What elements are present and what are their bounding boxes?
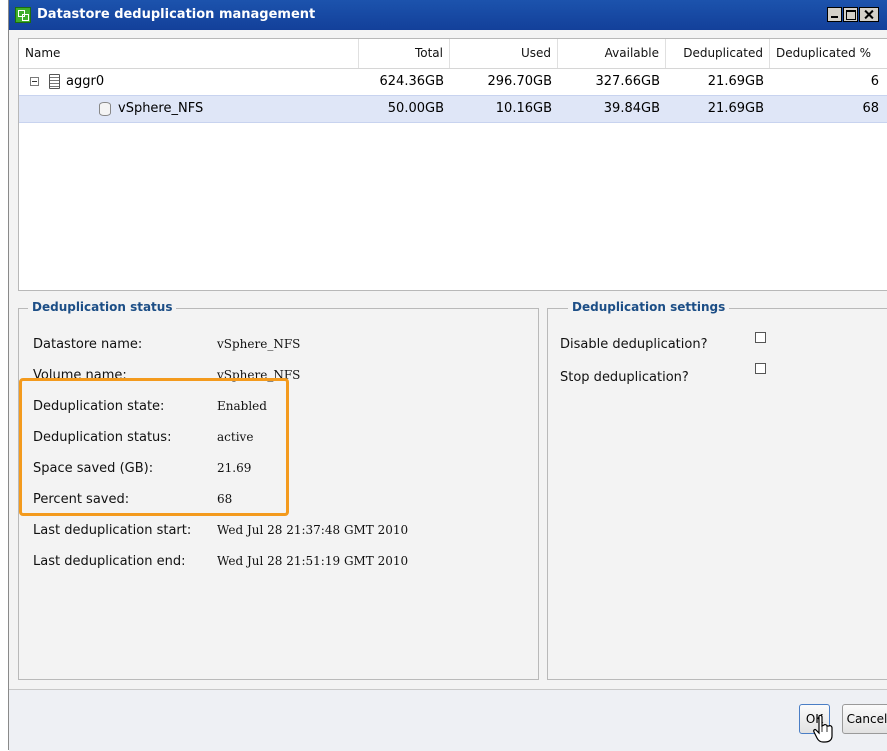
- column-header-total[interactable]: Total: [359, 39, 450, 68]
- dialog-footer: [9, 689, 887, 751]
- stop-dedup-label: Stop deduplication?: [560, 370, 689, 385]
- minimize-button[interactable]: [827, 7, 842, 22]
- aggregate-icon: [49, 74, 60, 89]
- table-row-vsphere-nfs[interactable]: vSphere_NFS 50.00GB 10.16GB 39.84GB 21.6…: [19, 95, 887, 123]
- maximize-button[interactable]: [843, 7, 858, 22]
- stop-dedup-checkbox[interactable]: [755, 363, 766, 374]
- dedup-window: Datastore deduplication management Name …: [8, 0, 887, 751]
- column-header-deduplicated-percent[interactable]: Deduplicated %: [770, 39, 887, 68]
- row-total: 50.00GB: [387, 101, 444, 116]
- hand-cursor-icon: [813, 714, 833, 743]
- last-dedup-start-label: Last deduplication start:: [33, 523, 192, 538]
- last-dedup-end-value: Wed Jul 28 21:51:19 GMT 2010: [217, 554, 409, 568]
- datastore-name-value: vSphere_NFS: [217, 337, 301, 351]
- column-header-available[interactable]: Available: [558, 39, 666, 68]
- collapse-icon[interactable]: [30, 77, 39, 86]
- cancel-button[interactable]: Cancel: [842, 704, 887, 734]
- column-header-name[interactable]: Name: [19, 39, 359, 68]
- row-available: 39.84GB: [603, 101, 660, 116]
- row-used: 296.70GB: [487, 74, 552, 89]
- window-title: Datastore deduplication management: [37, 7, 316, 22]
- vsphere-app-icon: [15, 7, 31, 23]
- datastore-grid: Name Total Used Available Deduplicated D…: [18, 38, 887, 291]
- row-deduplicated-percent: 6: [870, 74, 879, 89]
- highlight-annotation-box: [19, 378, 289, 516]
- row-available: 327.66GB: [595, 74, 660, 89]
- row-name: vSphere_NFS: [118, 101, 204, 116]
- grid-header: Name Total Used Available Deduplicated D…: [19, 39, 887, 69]
- row-total: 624.36GB: [379, 74, 444, 89]
- close-button[interactable]: [859, 7, 879, 22]
- disable-dedup-label: Disable deduplication?: [560, 337, 708, 352]
- status-legend: Deduplication status: [28, 300, 177, 314]
- settings-legend: Deduplication settings: [568, 300, 730, 314]
- row-deduplicated-percent: 68: [862, 101, 879, 116]
- column-header-deduplicated[interactable]: Deduplicated: [666, 39, 770, 68]
- datastore-icon: [99, 102, 111, 116]
- row-deduplicated: 21.69GB: [707, 74, 764, 89]
- row-deduplicated: 21.69GB: [707, 101, 764, 116]
- title-bar[interactable]: Datastore deduplication management: [9, 0, 887, 30]
- row-name: aggr0: [66, 74, 105, 89]
- disable-dedup-checkbox[interactable]: [755, 332, 766, 343]
- column-header-used[interactable]: Used: [450, 39, 558, 68]
- table-row-aggr0[interactable]: aggr0 624.36GB 296.70GB 327.66GB 21.69GB…: [19, 69, 887, 95]
- last-dedup-start-value: Wed Jul 28 21:37:48 GMT 2010: [217, 523, 409, 537]
- row-used: 10.16GB: [495, 101, 552, 116]
- last-dedup-end-label: Last deduplication end:: [33, 554, 186, 569]
- deduplication-settings-panel: Deduplication settings: [547, 300, 887, 680]
- datastore-name-label: Datastore name:: [33, 337, 143, 352]
